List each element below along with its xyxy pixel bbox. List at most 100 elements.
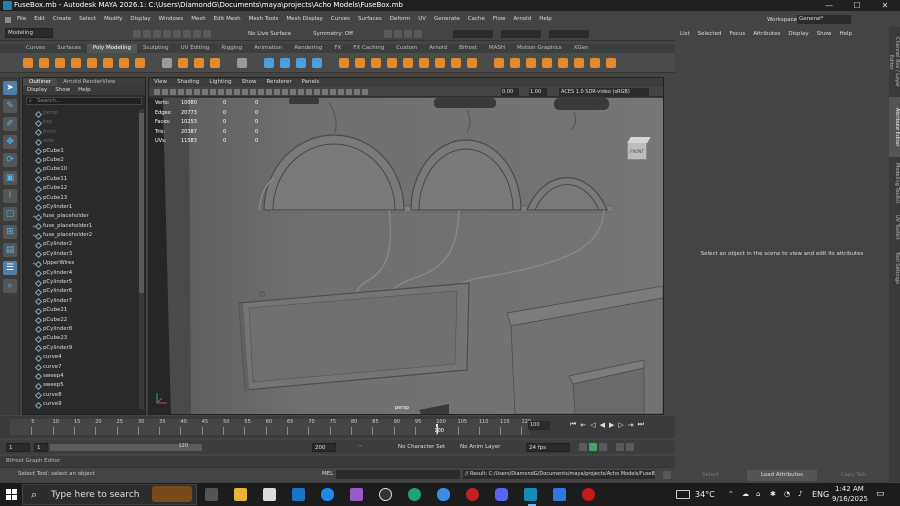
- target-weld-icon[interactable]: [435, 57, 445, 68]
- shelf-tab-custom[interactable]: Custom: [390, 44, 423, 53]
- outliner-item[interactable]: pCylinder5: [23, 278, 139, 287]
- outliner-item[interactable]: curve9: [23, 400, 139, 409]
- shelf-tab-poly-modeling[interactable]: Poly Modeling: [86, 44, 137, 53]
- animation-prefs-icon[interactable]: [626, 443, 634, 451]
- step-forward-frame-icon[interactable]: ▷: [618, 421, 623, 429]
- range-slider-bar[interactable]: 120: [50, 443, 202, 451]
- outliner-item[interactable]: pCube1: [23, 147, 139, 156]
- menu-deform[interactable]: Deform: [386, 14, 414, 25]
- attr-menu-help[interactable]: Help: [835, 27, 856, 41]
- move-tool-icon[interactable]: ✥: [3, 135, 17, 149]
- select-hierarchy-icon[interactable]: [133, 29, 141, 38]
- uv-editor-icon[interactable]: [590, 57, 600, 68]
- outliner-item[interactable]: pCylinder7: [23, 297, 139, 306]
- select-button[interactable]: Select: [676, 470, 745, 481]
- script-editor-icon[interactable]: [663, 471, 671, 479]
- wedge-icon[interactable]: [558, 57, 568, 68]
- right-tab-attribute-editor[interactable]: Attribute Editor: [889, 97, 900, 157]
- viewcube-top-face[interactable]: [627, 137, 651, 143]
- load-attributes-button[interactable]: Load Attributes: [747, 470, 817, 481]
- outliner-layout-icon[interactable]: ☰: [3, 261, 17, 275]
- outliner-item[interactable]: + fuse_placeholder: [23, 212, 139, 221]
- poly-cylinder-icon[interactable]: [55, 57, 65, 68]
- scale-tool-icon[interactable]: ▣: [3, 171, 17, 185]
- viewport-menu-lighting[interactable]: Lighting: [204, 78, 236, 87]
- resolution-gate-icon[interactable]: [210, 88, 216, 95]
- weather-icon[interactable]: [676, 490, 690, 499]
- menu-modify[interactable]: Modify: [100, 14, 126, 25]
- hypershade-icon[interactable]: [414, 29, 423, 38]
- lasso-tool-icon[interactable]: ✎: [3, 99, 17, 113]
- task-view-icon[interactable]: [205, 488, 218, 501]
- menu-windows[interactable]: Windows: [155, 14, 188, 25]
- menu-mesh-display[interactable]: Mesh Display: [282, 14, 327, 25]
- outliner-item[interactable]: + UpperWires: [23, 259, 139, 268]
- poly-sphere-icon[interactable]: [23, 57, 33, 68]
- weather-temperature[interactable]: 34°C: [695, 483, 715, 506]
- safe-action-icon[interactable]: [234, 88, 240, 95]
- search-highlight-image[interactable]: [152, 486, 192, 502]
- attr-menu-display[interactable]: Display: [784, 27, 812, 41]
- wireframe-on-shaded-icon[interactable]: [266, 88, 272, 95]
- network-icon[interactable]: ⌂: [756, 483, 760, 506]
- colorspace-select[interactable]: ACES 1.0 SDR-video (sRGB): [559, 88, 649, 96]
- clock-date[interactable]: 9/16/2025: [832, 495, 868, 503]
- outliner-item[interactable]: curve7: [23, 363, 139, 372]
- shelf-tab-arnold[interactable]: Arnold: [423, 44, 453, 53]
- attr-menu-list[interactable]: List: [676, 27, 694, 41]
- multi-cut-icon[interactable]: [419, 57, 429, 68]
- type-text-icon[interactable]: [194, 57, 204, 68]
- safe-title-icon[interactable]: [242, 88, 248, 95]
- outliner-item[interactable]: curve4: [23, 353, 139, 362]
- shelf-tab-fx[interactable]: FX: [328, 44, 347, 53]
- wireframe-icon[interactable]: [250, 88, 256, 95]
- xray-icon[interactable]: [338, 88, 344, 95]
- menu-select[interactable]: Select: [75, 14, 100, 25]
- sweep-mesh-icon[interactable]: [178, 57, 188, 68]
- menu-mesh[interactable]: Mesh: [187, 14, 209, 25]
- shelf-tab-curves[interactable]: Curves: [20, 44, 51, 53]
- media-player-icon[interactable]: [379, 488, 392, 501]
- outliner-item[interactable]: pCube23: [23, 334, 139, 343]
- separate-icon[interactable]: [264, 57, 274, 68]
- menu-create[interactable]: Create: [49, 14, 75, 25]
- shelf-tab-sculpting[interactable]: Sculpting: [137, 44, 175, 53]
- attr-menu-focus[interactable]: Focus: [725, 27, 749, 41]
- attr-menu-show[interactable]: Show: [813, 27, 836, 41]
- symmetry-field[interactable]: Symmetry: Off: [313, 31, 353, 37]
- onedrive-icon[interactable]: ☁: [742, 483, 749, 506]
- step-forward-key-icon[interactable]: ⇥: [628, 421, 634, 429]
- right-tab-channel-box-layer-editor[interactable]: Channel Box / Layer Editor: [888, 27, 900, 97]
- right-tab-uv-toolkit[interactable]: UV Toolkit: [889, 209, 900, 246]
- single-view-layout-icon[interactable]: ▢: [3, 207, 17, 221]
- viewport-menu-renderer[interactable]: Renderer: [261, 78, 296, 87]
- outliner-item[interactable]: pCube13: [23, 194, 139, 203]
- viewport-menu-view[interactable]: View: [149, 78, 172, 87]
- render-frame-icon[interactable]: [384, 29, 393, 38]
- outlook-icon[interactable]: [292, 488, 305, 501]
- key-tangent-icon[interactable]: [616, 443, 624, 451]
- chrome-browser-icon[interactable]: [437, 488, 450, 501]
- workspace-select[interactable]: General*: [797, 15, 851, 24]
- discord-icon[interactable]: [495, 488, 508, 501]
- isolate-select-icon[interactable]: [330, 88, 336, 95]
- use-all-lights-icon[interactable]: [282, 88, 288, 95]
- end-time-field[interactable]: 200: [312, 443, 336, 452]
- time-slider-track[interactable]: 5 10 15 20 25 30 35 40 45 50 55 60 65 70 75 80 85 90 95 100…: [10, 419, 531, 435]
- camera-attributes-icon[interactable]: [154, 88, 160, 95]
- outliner-item[interactable]: pCylinder6: [23, 287, 139, 296]
- cached-playback-icon[interactable]: [589, 443, 597, 451]
- viewcube[interactable]: FRONT: [621, 134, 651, 162]
- anim-layer-select[interactable]: No Anim Layer: [458, 443, 518, 452]
- outliner-item[interactable]: pCube2: [23, 156, 139, 165]
- play-forwards-icon[interactable]: ▶: [609, 421, 614, 429]
- notifications-icon[interactable]: ▭: [876, 483, 885, 506]
- close-button[interactable]: ✕: [871, 0, 899, 11]
- copy-tab-button[interactable]: Copy Tab: [819, 470, 888, 481]
- playback-start-field[interactable]: 1: [34, 443, 48, 452]
- viewport-menu-panels[interactable]: Panels: [297, 78, 325, 87]
- shelf-tab-xgen[interactable]: XGen: [568, 44, 595, 53]
- viewcube-front-face[interactable]: FRONT: [627, 142, 647, 160]
- tear-off-icon[interactable]: [5, 16, 11, 23]
- quad-draw-icon[interactable]: [451, 57, 461, 68]
